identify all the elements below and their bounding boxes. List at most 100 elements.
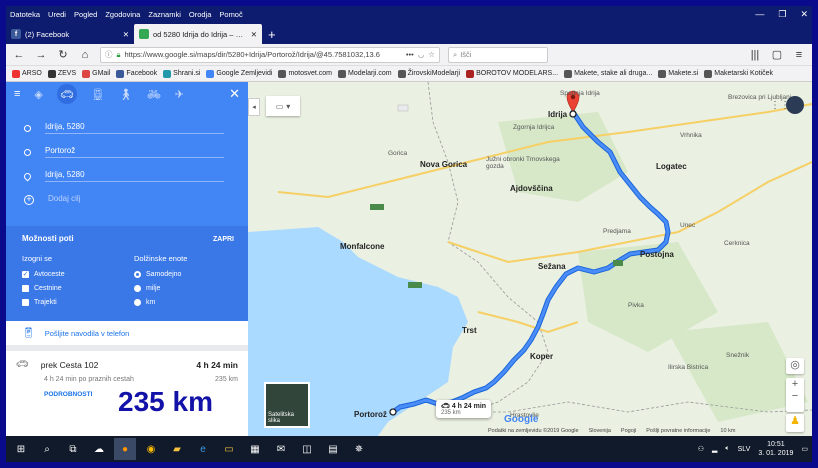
country-link[interactable]: Slovenija	[589, 428, 611, 434]
notifications-icon[interactable]: ▭	[801, 445, 808, 453]
avoid-tolls-option[interactable]: Cestnine	[22, 281, 65, 295]
close-tab-icon[interactable]: ✕	[251, 30, 257, 39]
waypoint-input-3[interactable]: Idrija, 5280	[45, 170, 224, 182]
menu-item-tools[interactable]: Orodja	[185, 10, 216, 19]
unit-auto-option[interactable]: Samodejno	[134, 267, 187, 281]
bookmark-item[interactable]: Modelarji.com	[338, 69, 392, 78]
app-icon[interactable]: ☁	[88, 438, 110, 460]
new-tab-button[interactable]: +	[262, 27, 282, 44]
calendar-icon[interactable]: ▦	[244, 438, 266, 460]
explorer-icon[interactable]: ▰	[166, 438, 188, 460]
menu-item-help[interactable]: Pomoč	[215, 10, 246, 19]
search-icon[interactable]: ⌕	[36, 438, 58, 460]
mode-walk-icon[interactable]: 🚶︎	[119, 88, 133, 101]
mode-car-icon[interactable]: 🚗︎	[56, 84, 77, 104]
store-icon[interactable]: ◫	[296, 438, 318, 460]
menu-item-edit[interactable]: Uredi	[44, 10, 70, 19]
mode-best-icon[interactable]: ◈	[34, 88, 42, 101]
bookmark-item[interactable]: GMail	[82, 69, 110, 78]
tab-google-maps[interactable]: od 5280 Idrija do Idrija – Google Zemlje…	[134, 24, 262, 44]
bookmark-star-icon[interactable]: ☆	[428, 50, 435, 59]
unit-miles-option[interactable]: milje	[134, 281, 187, 295]
back-icon[interactable]: ←	[12, 49, 26, 61]
page-actions-icon[interactable]: •••	[406, 50, 414, 59]
bookmark-item[interactable]: Shrani.si	[163, 69, 200, 78]
menu-item-file[interactable]: Datoteka	[6, 10, 44, 19]
satellite-toggle[interactable]: Satelitska slika	[264, 382, 310, 428]
search-box[interactable]: ⌕ Išči	[448, 46, 548, 63]
home-icon[interactable]: ⌂	[78, 49, 92, 61]
firefox-icon[interactable]: ●	[114, 438, 136, 460]
files-icon[interactable]: ▭	[218, 438, 240, 460]
hamburger-menu-icon[interactable]: ≡	[792, 49, 806, 61]
people-icon[interactable]: ⚇	[698, 445, 704, 453]
apps-grid-icon[interactable]: ⋮⋮	[770, 100, 790, 111]
close-window-button[interactable]: ✕	[800, 9, 808, 20]
bookmark-item[interactable]: motosvet.com	[278, 69, 332, 78]
bookmark-item[interactable]: BOROTOV MODELARS...	[466, 69, 558, 78]
chrome-icon[interactable]: ◉	[140, 438, 162, 460]
pocket-icon[interactable]: ◡	[418, 50, 425, 59]
menu-icon[interactable]: ≡	[14, 88, 20, 100]
mode-flight-icon[interactable]: ✈	[175, 88, 184, 101]
reload-icon[interactable]: ↻	[56, 48, 70, 61]
radio-icon[interactable]	[134, 298, 141, 306]
bookmark-item[interactable]: Google Zemljevidi	[206, 69, 272, 78]
bookmark-item[interactable]: ZEVS	[47, 69, 76, 78]
network-icon[interactable]: ▂	[712, 445, 717, 453]
mode-bike-icon[interactable]: 🚲︎	[147, 88, 161, 101]
bookmark-item[interactable]: Makete.si	[658, 69, 698, 78]
map-canvas[interactable]: Spodnja Idrija Idrija Zgornja Idrijca Go…	[248, 82, 812, 436]
radio-icon[interactable]	[134, 284, 141, 292]
sidebar-icon[interactable]: ▢	[770, 48, 784, 61]
my-location-button[interactable]: ◎	[786, 358, 804, 374]
close-tab-icon[interactable]: ✕	[123, 30, 129, 39]
avoid-highways-option[interactable]: ✓ Avtoceste	[22, 267, 65, 281]
task-view-icon[interactable]: ⧉	[62, 438, 84, 460]
close-options-button[interactable]: ZAPRI	[213, 236, 234, 243]
checkbox-checked-icon[interactable]: ✓	[22, 270, 29, 278]
feedback-link[interactable]: Pošlji povratne informacije	[646, 428, 710, 434]
zoom-in-button[interactable]: +	[792, 378, 798, 390]
start-icon[interactable]: ⊞	[10, 438, 32, 460]
bookmark-item[interactable]: Maketarski Kotiček	[704, 69, 773, 78]
library-icon[interactable]: |||	[748, 49, 762, 61]
bookmark-item[interactable]: ŽirovskiModelarji	[397, 69, 460, 78]
bookmark-item[interactable]: ARSO	[12, 69, 42, 78]
add-destination-row[interactable]: + Dodaj cilj	[24, 194, 224, 205]
mode-transit-icon[interactable]: 🚆︎	[91, 88, 105, 101]
language-indicator[interactable]: SLV	[738, 446, 751, 453]
volume-icon[interactable]: 🔈︎	[725, 445, 729, 453]
maximize-button[interactable]: ❐	[778, 9, 786, 20]
forward-icon[interactable]: →	[34, 49, 48, 61]
zoom-out-button[interactable]: −	[792, 390, 798, 402]
waypoint-input-2[interactable]: Portorož	[45, 146, 224, 158]
map-layers-button[interactable]: ▭ ▾	[266, 96, 300, 116]
route-summary-bubble[interactable]: 🚗︎ 4 h 24 min 235 km	[436, 400, 492, 418]
tab-facebook[interactable]: f (2) Facebook ✕	[6, 24, 134, 44]
checkbox-icon[interactable]	[22, 284, 29, 292]
menu-item-view[interactable]: Pogled	[70, 10, 101, 19]
street-view-pegman[interactable]: ♟	[786, 414, 804, 432]
menu-item-bookmarks[interactable]: Zaznamki	[144, 10, 185, 19]
avoid-ferries-option[interactable]: Trajekti	[22, 295, 65, 309]
send-to-phone-link[interactable]: 📱︎ Pošljite navodila v telefon	[6, 321, 248, 351]
info-icon[interactable]: ⓘ	[105, 49, 113, 60]
minimize-button[interactable]: —	[755, 9, 764, 19]
waypoint-input-1[interactable]: Idrija, 5280	[45, 122, 224, 134]
mail-icon[interactable]: ✉	[270, 438, 292, 460]
collapse-panel-button[interactable]: ◂	[248, 98, 260, 116]
unit-km-option[interactable]: km	[134, 295, 187, 309]
calculator-icon[interactable]: ▤	[322, 438, 344, 460]
bookmark-item[interactable]: Makete, stake ali druga...	[564, 69, 652, 78]
add-destination-input[interactable]: Dodaj cilj	[48, 194, 224, 205]
radio-selected-icon[interactable]	[134, 270, 141, 278]
avatar[interactable]	[786, 96, 804, 114]
clock[interactable]: 10:51 3. 01. 2019	[758, 440, 793, 458]
url-bar[interactable]: ⓘ 🔒︎ https://www.google.si/maps/dir/5280…	[100, 46, 440, 63]
terms-link[interactable]: Pogoji	[621, 428, 636, 434]
menu-item-history[interactable]: Zgodovina	[101, 10, 144, 19]
close-directions-button[interactable]: ✕	[229, 86, 240, 102]
bookmark-item[interactable]: Facebook	[116, 69, 157, 78]
checkbox-icon[interactable]	[22, 298, 29, 306]
